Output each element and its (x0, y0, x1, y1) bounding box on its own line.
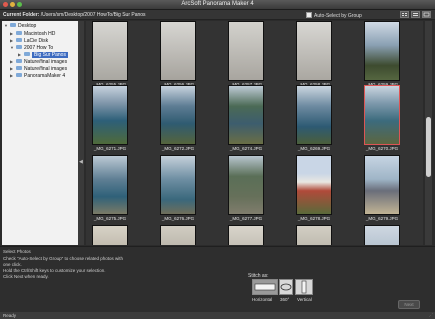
photo-thumbnail[interactable] (228, 85, 264, 145)
grid-view-button[interactable] (400, 11, 409, 18)
auto-select-label: Auto-Select by Group (314, 13, 362, 19)
tree-item-label: PanoramaMaker 4 (24, 73, 66, 79)
folder-tree[interactable]: ▼ Desktop ▶ Macintosh HD ▶ LaCie Disk ▼ 2007… (2, 21, 78, 253)
stitch-360-button[interactable] (279, 279, 293, 295)
tree-item-macintosh-hd[interactable]: ▶ Macintosh HD (10, 31, 55, 38)
stitch-vertical-button[interactable] (295, 279, 313, 295)
tree-item-label: 2007 How To (24, 45, 54, 51)
instructions-line: Check "Auto-Select by Group" to choose r… (3, 256, 124, 261)
tree-item-big-sur-panos[interactable]: ▶ Big Sur Panos (18, 52, 68, 59)
photo-filename: _MG_6272.JPG (161, 146, 195, 151)
current-folder: Current Folder: /Users/sm/Desktop/2007 H… (3, 12, 146, 18)
window-title: ArcSoft Panorama Maker 4 (181, 1, 254, 7)
auto-select-toggle[interactable]: Auto-Select by Group (306, 12, 362, 19)
tree-item-label: Nature/final images (24, 59, 68, 65)
auto-select-checkbox[interactable] (306, 12, 312, 18)
photo-thumbnail[interactable] (296, 21, 332, 81)
photo-thumbnail[interactable] (92, 85, 128, 145)
photo-filename: _MG_6269.JPG (297, 146, 331, 151)
photo-thumbnail[interactable] (364, 225, 400, 245)
vertical-pano-icon (301, 280, 307, 294)
photo-thumbnail[interactable] (92, 225, 128, 245)
scrollbar-thumb[interactable] (426, 117, 431, 177)
collapse-sidebar-arrow-icon[interactable]: ◀ (79, 159, 83, 165)
photo-filename: _MG_6274.JPG (229, 146, 263, 151)
tree-item-label: LaCie Disk (24, 38, 49, 44)
folder-icon (16, 59, 22, 63)
photo-thumbnail[interactable] (160, 155, 196, 215)
photo-thumbnail[interactable] (364, 155, 400, 215)
list-icon (413, 13, 418, 16)
folder-icon (24, 52, 30, 56)
photo-filename: _MG_6276.JPG (161, 216, 195, 221)
360-pano-icon (280, 283, 292, 291)
horizontal-pano-icon (254, 283, 276, 291)
photo-thumbnail[interactable] (228, 21, 264, 81)
stitch-horizontal-label: Horizontal (252, 297, 273, 302)
photo-thumbnail[interactable] (92, 21, 128, 81)
photo-thumbnail[interactable] (160, 85, 196, 145)
photo-filename: _MG_6277.JPG (229, 216, 263, 221)
tree-item-2007-how-to[interactable]: ▼ 2007 How To (10, 45, 53, 52)
folder-toolbar: Current Folder: /Users/sm/Desktop/2007 H… (0, 10, 435, 20)
stitch-vertical-label: Vertical (297, 297, 312, 302)
grid-icon (402, 13, 407, 16)
photo-grid-scrollbar[interactable] (425, 21, 432, 245)
tree-item-desktop[interactable]: ▼ Desktop (4, 23, 36, 30)
detail-view-button[interactable] (422, 11, 431, 18)
list-view-button[interactable] (411, 11, 420, 18)
photo-thumbnail[interactable] (92, 155, 128, 215)
tree-item-label: Desktop (18, 23, 37, 29)
current-folder-label: Current Folder: (3, 12, 40, 18)
photo-thumbnail[interactable] (296, 155, 332, 215)
bottom-panel: Select Photos Check "Auto-Select by Grou… (0, 246, 435, 313)
tree-item-panoramamaker-4[interactable]: ▶ PanoramaMaker 4 (10, 73, 65, 80)
title-bar: ArcSoft Panorama Maker 4 (0, 0, 435, 10)
detail-icon (423, 12, 430, 17)
photo-thumbnail[interactable] (228, 155, 264, 215)
photo-thumbnail[interactable] (160, 225, 196, 245)
folder-icon (16, 45, 22, 49)
folder-icon (10, 23, 16, 27)
tree-item-label: Macintosh HD (24, 31, 56, 37)
photo-filename: _MG_6270.JPG (365, 146, 399, 151)
instructions-line: Click Next when ready. (3, 274, 49, 279)
instructions-line: Hold the Ctrl/Shift keys to customize yo… (3, 268, 106, 273)
photo-thumbnail[interactable] (296, 225, 332, 245)
instructions-line: one click. (3, 262, 22, 267)
folder-icon (16, 66, 22, 70)
photo-thumbnail[interactable] (364, 85, 400, 145)
tree-item-label: Big Sur Panos (32, 52, 68, 58)
stitch-360-label: 360° (280, 297, 290, 302)
folder-icon (16, 73, 22, 77)
next-button[interactable]: Next (398, 300, 420, 309)
status-bar: Ready ⋰ (0, 312, 435, 319)
tree-item-label: Nature/final images (24, 66, 68, 72)
tree-item-nature-final-images-2[interactable]: ▶ Nature/final images (10, 66, 67, 73)
photo-filename: _MG_6271.JPG (93, 146, 127, 151)
photo-grid[interactable]: _MG_6255.JPG_MG_6256.JPG_MG_6257.JPG_MG_… (86, 21, 423, 245)
panel-splitter[interactable]: ◀ (78, 21, 84, 245)
resize-grip-icon[interactable]: ⋰ (429, 313, 434, 319)
stitch-horizontal-button[interactable] (252, 279, 278, 295)
current-folder-path: /Users/sm/Desktop/2007 HowTo/Big Sur Pan… (40, 12, 146, 18)
photo-filename: _MG_6275.JPG (93, 216, 127, 221)
tree-item-lacie-disk[interactable]: ▶ LaCie Disk (10, 38, 48, 45)
photo-thumbnail[interactable] (364, 21, 400, 81)
drive-icon (16, 31, 22, 35)
status-text: Ready (3, 313, 17, 318)
photo-thumbnail[interactable] (160, 21, 196, 81)
photo-thumbnail[interactable] (296, 85, 332, 145)
photo-filename: _MG_6279.JPG (365, 216, 399, 221)
drive-icon (16, 38, 22, 42)
tree-item-nature-final-images[interactable]: ▶ Nature/final images (10, 59, 67, 66)
instructions-heading: Select Photos (3, 249, 31, 254)
photo-thumbnail[interactable] (228, 225, 264, 245)
photo-filename: _MG_6278.JPG (297, 216, 331, 221)
